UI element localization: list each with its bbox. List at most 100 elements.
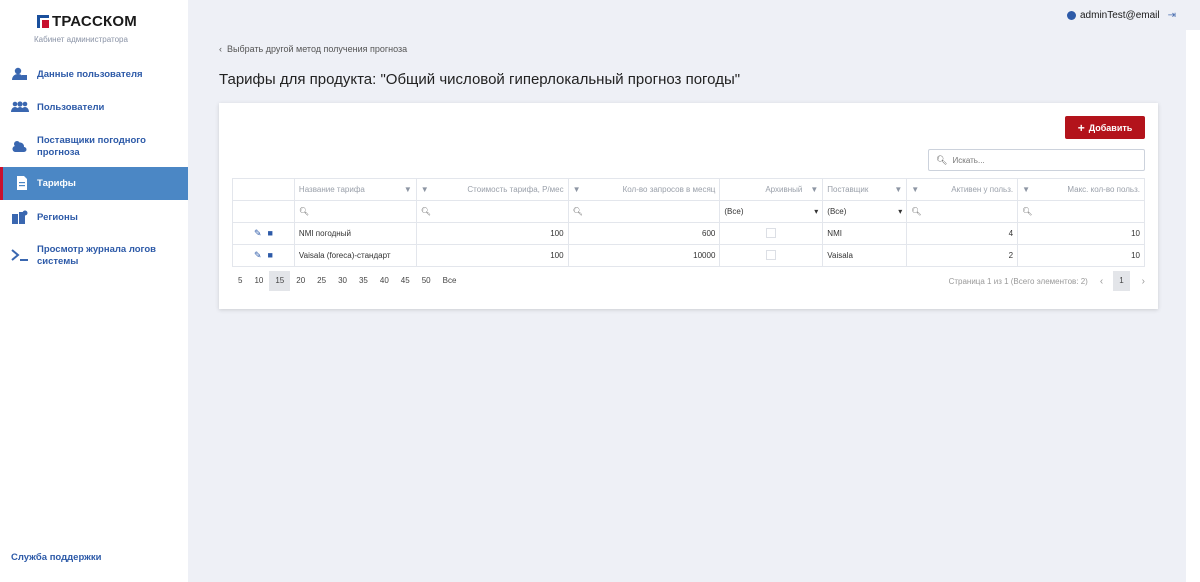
user-icon [1066, 11, 1076, 20]
scrollbar[interactable] [1186, 30, 1200, 582]
archived-checkbox [766, 227, 777, 238]
column-header-max[interactable]: ▼ Макс. кол-во польз. [1017, 178, 1145, 201]
trash-icon[interactable]: ■ [268, 250, 273, 260]
sidebar-item-users[interactable]: Пользователи [0, 97, 188, 119]
filter-icon[interactable]: ▼ [911, 185, 919, 194]
chevron-down-icon: ▾ [814, 207, 819, 216]
row-actions: ✎ ■ [232, 244, 295, 267]
edit-icon[interactable]: ✎ [254, 250, 262, 260]
logo[interactable]: ТРАССКОМ [37, 13, 137, 30]
plus-icon: + [1077, 120, 1085, 135]
page-size-option[interactable]: 35 [353, 271, 374, 291]
sidebar-item-label: Регионы [37, 212, 78, 223]
sidebar-item-regions[interactable]: Регионы [0, 207, 188, 229]
cell-active: 4 [906, 222, 1019, 245]
cell-max: 10 [1017, 244, 1145, 267]
column-header-actions [232, 178, 295, 201]
page-size-option-selected[interactable]: 15 [269, 271, 291, 291]
page-size-option[interactable]: 25 [311, 271, 332, 291]
cell-name: NMI погодный [293, 222, 417, 245]
back-link[interactable]: ‹ Выбрать другой метод получения прогноза [219, 44, 407, 54]
cell-requests: 600 [567, 222, 721, 245]
filter-requests[interactable]: 🔍︎ [567, 200, 721, 223]
page-size-option[interactable]: Все [437, 271, 463, 291]
filter-icon[interactable]: ▼ [421, 185, 429, 194]
sidebar-item-weather-providers[interactable]: Поставщики погодного прогноза [0, 132, 188, 162]
column-header-requests[interactable]: ▼ Кол-во запросов в месяц [567, 178, 721, 201]
cell-price: 100 [415, 244, 569, 267]
column-header-name[interactable]: Название тарифа ▼ [293, 178, 417, 201]
column-header-provider[interactable]: Поставщик ▼ [822, 178, 908, 201]
cell-active: 2 [906, 244, 1019, 267]
table-row: ✎ ■ Vaisala (foreca)-стандарт 100 10000 V… [232, 244, 1145, 267]
sidebar-item-label: Поставщики погодного прогноза [37, 135, 146, 158]
column-header-archived[interactable]: Архивный ▼ [719, 178, 824, 201]
cell-provider: Vaisala [822, 244, 908, 267]
filter-archived-select[interactable]: (Все) ▾ [719, 200, 824, 223]
page-size-selector: 5 10 15 20 25 30 35 40 45 50 Все [232, 271, 462, 291]
chevron-left-icon[interactable]: ‹ [1100, 276, 1103, 287]
brand-name: ТРАССКОМ [52, 13, 137, 30]
filter-price[interactable]: 🔍︎ [415, 200, 569, 223]
table-row: ✎ ■ NMI погодный 100 600 NMI 4 10 [232, 222, 1145, 245]
brand-subtitle: Кабинет администратора [34, 35, 128, 44]
add-button[interactable]: + Добавить [1065, 116, 1145, 139]
tariffs-panel: +Добавить 🔍︎ Название тарифа▼ ▼Стоимость… [219, 103, 1158, 309]
page-size-option[interactable]: 45 [395, 271, 416, 291]
filter-icon[interactable]: ▼ [573, 185, 581, 194]
chevron-right-icon[interactable]: › [1142, 276, 1145, 287]
filter-icon[interactable]: ▼ [1022, 185, 1030, 194]
search-icon: 🔍︎ [1022, 207, 1033, 216]
pagination-info: Страница 1 из 1 (Всего элементов: 2) [948, 276, 1088, 286]
pagination: Страница 1 из 1 (Всего элементов: 2) ‹ 1… [949, 271, 1145, 291]
weather-providers-icon [11, 139, 29, 155]
column-header-active[interactable]: ▼ Активен у польз. [906, 178, 1019, 201]
filter-icon[interactable]: ▼ [810, 185, 818, 194]
cell-archived [719, 222, 824, 245]
search-input[interactable] [952, 155, 1123, 165]
filter-icon[interactable]: ▼ [894, 185, 902, 194]
sidebar-item-label: Данные пользователя [37, 69, 143, 80]
cell-archived [719, 244, 824, 267]
trash-icon[interactable]: ■ [268, 228, 273, 238]
page-size-option[interactable]: 50 [416, 271, 437, 291]
page-size-option[interactable]: 30 [332, 271, 353, 291]
page-size-option[interactable]: 5 [232, 271, 248, 291]
search-box[interactable]: 🔍︎ [928, 149, 1145, 171]
column-header-price[interactable]: ▼ Стоимость тарифа, Р/мес [415, 178, 569, 201]
page-size-option[interactable]: 40 [374, 271, 395, 291]
search-icon: 🔍︎ [420, 207, 431, 216]
chevron-down-icon: ▾ [898, 207, 903, 216]
search-icon: 🔍︎ [936, 154, 948, 165]
logo-icon [37, 15, 49, 28]
tariffs-icon [13, 175, 31, 192]
edit-icon[interactable]: ✎ [254, 228, 262, 238]
cell-price: 100 [415, 222, 569, 245]
filter-icon[interactable]: ▼ [404, 185, 412, 194]
logout-icon[interactable]: ⇥ [1168, 10, 1176, 21]
page-button[interactable]: 1 [1113, 271, 1130, 291]
page-title: Тарифы для продукта: "Общий числовой гип… [219, 71, 741, 88]
search-icon: 🔍︎ [298, 207, 310, 216]
regions-icon [11, 210, 29, 226]
sidebar-item-tariffs[interactable]: Тарифы [0, 167, 188, 200]
cell-requests: 10000 [567, 244, 721, 267]
table-header-row: Название тарифа ▼ ▼ Стоимость тарифа, Р/ме… [232, 178, 1145, 201]
sidebar-item-label: Тарифы [37, 177, 76, 189]
support-link[interactable]: Служба поддержки [11, 552, 101, 563]
page-size-option[interactable]: 20 [290, 271, 311, 291]
row-actions: ✎ ■ [232, 222, 295, 245]
filter-name[interactable]: 🔍︎ [293, 200, 417, 223]
sidebar-item-logs[interactable]: Просмотр журнала логов системы [0, 241, 188, 271]
filter-provider-select[interactable]: (Все) ▾ [822, 200, 908, 223]
terminal-icon [11, 248, 29, 264]
page-size-option[interactable]: 10 [248, 271, 269, 291]
sidebar: ТРАССКОМ Кабинет администратора Данные п… [0, 0, 188, 582]
archived-checkbox [766, 249, 777, 260]
filter-max[interactable]: 🔍︎ [1017, 200, 1145, 223]
sidebar-item-user-data[interactable]: Данные пользователя [0, 64, 188, 86]
user-menu[interactable]: adminTest@email ⇥ [1066, 10, 1176, 21]
filter-active[interactable]: 🔍︎ [906, 200, 1019, 223]
filter-row: 🔍︎ 🔍︎ 🔍︎ (Все) ▾ (Все) ▾ 🔍︎ 🔍︎ [232, 200, 1145, 223]
cell-max: 10 [1017, 222, 1145, 245]
